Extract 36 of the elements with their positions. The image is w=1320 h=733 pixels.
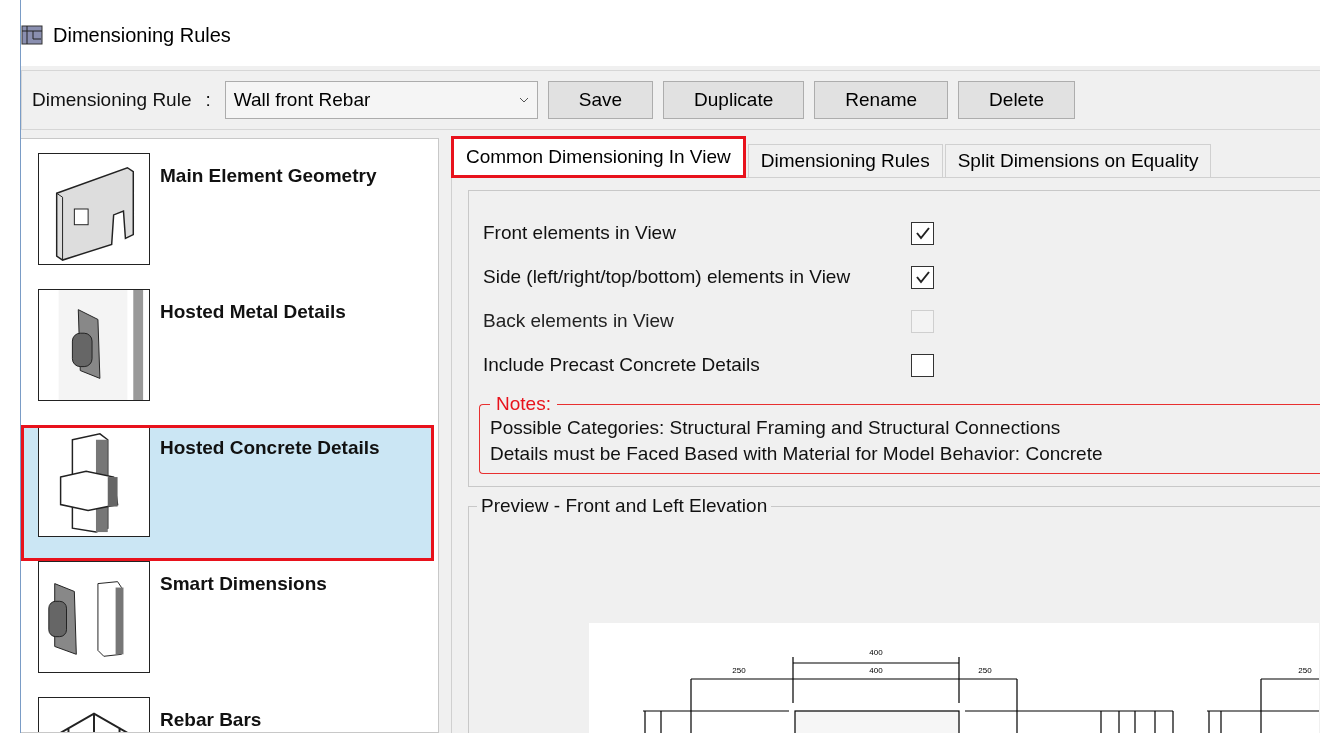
- toolbar-button[interactable]: Rename: [814, 81, 949, 119]
- checkbox[interactable]: [911, 265, 934, 289]
- sidebar-item[interactable]: Main Element Geometry: [21, 153, 438, 289]
- checkbox[interactable]: [911, 221, 934, 245]
- sidebar-item[interactable]: Hosted Concrete Details: [21, 425, 434, 561]
- sidebar-item[interactable]: Hosted Metal Details: [21, 289, 438, 425]
- metal-plate-icon: [38, 289, 150, 401]
- window-app-icon: [21, 25, 43, 45]
- option-label: Front elements in View: [483, 222, 677, 244]
- checkmark-icon: [914, 226, 931, 240]
- option-label: Side (left/right/top/bottom) elements in View: [483, 266, 852, 288]
- tab[interactable]: Common Dimensioning In View: [451, 136, 746, 178]
- details-pair-icon: [38, 561, 150, 673]
- chevron-down-icon: [518, 97, 529, 103]
- option-label: Back elements in View: [483, 310, 675, 332]
- preview-title: Preview - Front and Left Elevation: [480, 495, 769, 517]
- wall-panel-icon: [38, 153, 150, 265]
- toolbar-button[interactable]: Delete: [958, 81, 1076, 119]
- concrete-corbel-icon: [38, 425, 150, 537]
- tab[interactable]: Dimensioning Rules: [747, 144, 943, 177]
- tab[interactable]: Split Dimensions on Equality: [944, 144, 1212, 177]
- checkbox[interactable]: [911, 353, 934, 377]
- checkmark-icon: [914, 270, 931, 284]
- rule-separator: :: [205, 89, 211, 111]
- option-label: Include Precast Concrete Details: [483, 354, 761, 376]
- toolbar-button[interactable]: Duplicate: [663, 81, 805, 119]
- note-text: Details must be Faced Based with Material for Model Behavior: Concrete: [490, 442, 1104, 466]
- note-text: Possible Categories: Structural Framing and Structural Connections: [490, 416, 1062, 440]
- rule-dropdown[interactable]: Wall front Rebar: [224, 81, 538, 119]
- notes-title: Notes:: [495, 393, 552, 415]
- sidebar-item[interactable]: Rebar Bars: [21, 697, 438, 732]
- rule-label: Dimensioning Rule: [32, 89, 192, 111]
- toolbar-button[interactable]: Save: [547, 81, 654, 119]
- elevation-drawing: 400 250 400 250 250: [589, 623, 1319, 733]
- sidebar-item[interactable]: Smart Dimensions: [21, 561, 438, 697]
- window-title: Dimensioning Rules: [53, 23, 231, 47]
